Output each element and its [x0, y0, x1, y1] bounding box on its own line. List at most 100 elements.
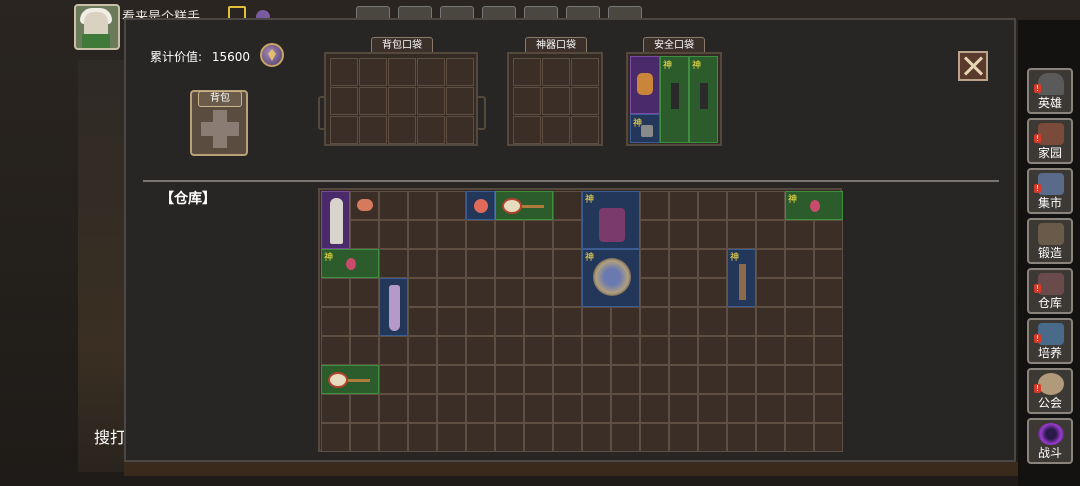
side-menu-warehouse[interactable]: ! 仓库 — [1027, 268, 1073, 314]
warehouse-cell[interactable] — [408, 278, 437, 307]
warehouse-cell[interactable] — [466, 394, 495, 423]
warehouse-cell[interactable] — [640, 423, 669, 452]
pocket-cell[interactable] — [513, 58, 541, 86]
warehouse-cell[interactable] — [408, 423, 437, 452]
warehouse-cell[interactable] — [814, 278, 843, 307]
warehouse-cell[interactable] — [640, 220, 669, 249]
pocket-cell[interactable] — [446, 87, 474, 115]
warehouse-cell[interactable] — [785, 249, 814, 278]
warehouse-cell[interactable] — [669, 394, 698, 423]
warehouse-cell[interactable] — [698, 336, 727, 365]
warehouse-cell[interactable] — [553, 336, 582, 365]
warehouse-cell[interactable] — [553, 423, 582, 452]
compass-shield-item[interactable]: 神 — [582, 249, 640, 307]
warehouse-cell[interactable] — [408, 394, 437, 423]
warehouse-cell[interactable] — [640, 191, 669, 220]
warehouse-cell[interactable] — [611, 423, 640, 452]
warehouse-cell[interactable] — [437, 365, 466, 394]
warehouse-cell[interactable] — [669, 365, 698, 394]
warehouse-cell[interactable] — [640, 278, 669, 307]
pocket-cell[interactable] — [542, 116, 570, 144]
warehouse-cell[interactable] — [466, 307, 495, 336]
warehouse-cell[interactable] — [437, 394, 466, 423]
pocket-cell[interactable] — [417, 58, 445, 86]
pocket-cell[interactable] — [359, 58, 387, 86]
warehouse-cell[interactable] — [814, 307, 843, 336]
side-menu-home[interactable]: ! 家园 — [1027, 118, 1073, 164]
warehouse-cell[interactable] — [727, 191, 756, 220]
warehouse-cell[interactable] — [379, 191, 408, 220]
warehouse-cell[interactable] — [669, 249, 698, 278]
warehouse-cell[interactable] — [814, 336, 843, 365]
warehouse-cell[interactable] — [582, 336, 611, 365]
warehouse-cell[interactable] — [814, 220, 843, 249]
warehouse-cell[interactable] — [350, 220, 379, 249]
pocket-cell[interactable] — [513, 116, 541, 144]
pocket-cell[interactable] — [388, 87, 416, 115]
warehouse-cell[interactable] — [379, 220, 408, 249]
warehouse-cell[interactable] — [756, 307, 785, 336]
warehouse-cell[interactable] — [321, 394, 350, 423]
warehouse-cell[interactable] — [437, 307, 466, 336]
staff-item[interactable]: 神 — [727, 249, 756, 307]
warehouse-cell[interactable] — [756, 278, 785, 307]
pocket-cell[interactable] — [417, 87, 445, 115]
candelabra-item[interactable]: 神 — [582, 191, 640, 249]
warehouse-cell[interactable] — [437, 423, 466, 452]
warehouse-cell[interactable] — [408, 249, 437, 278]
warehouse-cell[interactable] — [379, 423, 408, 452]
warehouse-cell[interactable] — [553, 191, 582, 220]
warehouse-cell[interactable] — [814, 249, 843, 278]
warehouse-cell[interactable] — [350, 423, 379, 452]
angel-statue-item[interactable] — [321, 191, 350, 249]
warehouse-cell[interactable] — [756, 336, 785, 365]
warehouse-cell[interactable] — [553, 365, 582, 394]
warehouse-cell[interactable] — [524, 249, 553, 278]
warehouse-cell[interactable] — [785, 365, 814, 394]
pocket-cell[interactable] — [446, 58, 474, 86]
warehouse-cell[interactable] — [524, 307, 553, 336]
pocket-cell[interactable] — [330, 58, 358, 86]
warehouse-cell[interactable] — [698, 249, 727, 278]
pocket-cell[interactable] — [330, 87, 358, 115]
warehouse-cell[interactable] — [669, 220, 698, 249]
pocket-cell[interactable] — [359, 116, 387, 144]
potion-bottle-item[interactable] — [379, 278, 408, 336]
warehouse-cell[interactable] — [495, 220, 524, 249]
warehouse-cell[interactable] — [553, 278, 582, 307]
close-button[interactable] — [958, 51, 988, 81]
warehouse-cell[interactable] — [466, 220, 495, 249]
warehouse-cell[interactable] — [553, 249, 582, 278]
pocket-cell[interactable] — [388, 116, 416, 144]
warehouse-cell[interactable] — [553, 394, 582, 423]
warehouse-cell[interactable] — [350, 394, 379, 423]
flower-item[interactable]: 神 — [321, 249, 379, 278]
warehouse-cell[interactable] — [524, 394, 553, 423]
side-menu-battle[interactable]: 战斗 — [1027, 418, 1073, 464]
warehouse-cell[interactable] — [611, 336, 640, 365]
pocket-cell[interactable] — [571, 116, 599, 144]
warehouse-cell[interactable] — [727, 365, 756, 394]
warehouse-cell[interactable] — [495, 423, 524, 452]
warehouse-cell[interactable] — [524, 365, 553, 394]
drum-item[interactable] — [495, 191, 553, 220]
pocket-cell[interactable] — [359, 87, 387, 115]
warehouse-cell[interactable] — [466, 249, 495, 278]
warehouse-cell[interactable] — [408, 191, 437, 220]
pocket-cell[interactable] — [542, 58, 570, 86]
warehouse-cell[interactable] — [727, 336, 756, 365]
warehouse-cell[interactable] — [350, 336, 379, 365]
warehouse-cell[interactable] — [379, 249, 408, 278]
player-avatar[interactable] — [74, 4, 120, 50]
warehouse-cell[interactable] — [582, 365, 611, 394]
warehouse-cell[interactable] — [698, 191, 727, 220]
warehouse-cell[interactable] — [814, 394, 843, 423]
warehouse-cell[interactable] — [466, 423, 495, 452]
warehouse-cell[interactable] — [814, 365, 843, 394]
warehouse-cell[interactable] — [321, 423, 350, 452]
warehouse-cell[interactable] — [669, 423, 698, 452]
warehouse-cell[interactable] — [611, 307, 640, 336]
warehouse-cell[interactable] — [669, 307, 698, 336]
dark-flower-item[interactable]: 神 — [689, 56, 718, 143]
dark-flower-item[interactable]: 神 — [660, 56, 689, 143]
